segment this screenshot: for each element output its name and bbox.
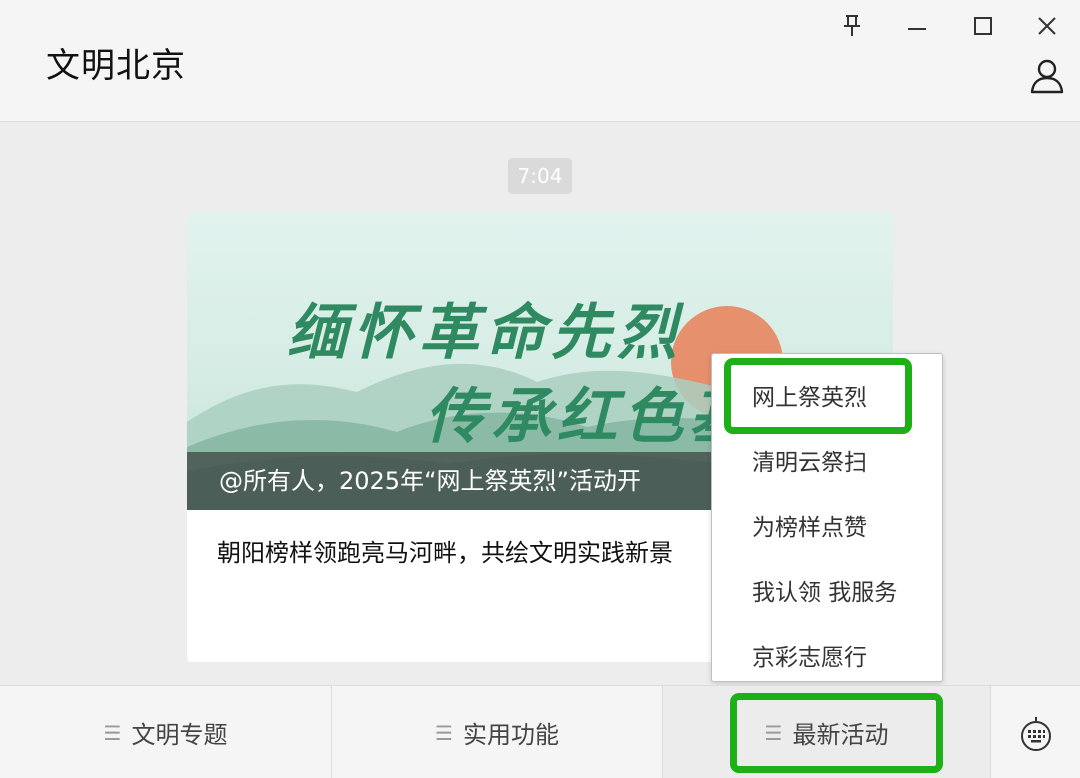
keyboard-icon bbox=[1020, 716, 1051, 751]
bottom-menu-bar: ☰ 文明专题 ☰ 实用功能 ☰ 最新活动 bbox=[0, 685, 1080, 778]
hamburger-icon: ☰ bbox=[764, 720, 783, 745]
minimize-button[interactable] bbox=[899, 8, 935, 44]
keyboard-toggle-button[interactable] bbox=[991, 686, 1080, 778]
submenu-item-claim-and-serve[interactable]: 我认领 我服务 bbox=[752, 573, 897, 607]
submenu-item-volunteer[interactable]: 京彩志愿行 bbox=[752, 638, 867, 672]
close-button[interactable] bbox=[1029, 8, 1065, 44]
latest-activities-submenu: 网上祭英烈 清明云祭扫 为榜样点赞 我认领 我服务 京彩志愿行 bbox=[711, 353, 943, 682]
account-title: 文明北京 bbox=[46, 46, 186, 86]
minimize-icon bbox=[908, 28, 926, 30]
menu-practical-functions[interactable]: ☰ 实用功能 bbox=[332, 686, 662, 778]
submenu-item-like-role-models[interactable]: 为榜样点赞 bbox=[752, 508, 867, 542]
message-timestamp: 7:04 bbox=[508, 158, 572, 194]
title-bar: 文明北京 bbox=[0, 0, 1080, 122]
hamburger-icon: ☰ bbox=[103, 720, 122, 745]
cover-headline-line1: 缅怀革命先烈 bbox=[287, 298, 683, 368]
menu-label: 最新活动 bbox=[792, 721, 889, 749]
pin-icon bbox=[844, 15, 860, 36]
close-icon bbox=[1038, 17, 1056, 35]
article-summary: 朝阳榜样领跑亮马河畔，共绘文明实践新景 bbox=[217, 539, 673, 567]
submenu-item-online-tribute[interactable]: 网上祭英烈 bbox=[752, 378, 867, 412]
menu-latest-activities[interactable]: ☰ 最新活动 bbox=[663, 686, 990, 778]
cover-headline-line2: 传承红色基 bbox=[425, 382, 755, 452]
profile-icon bbox=[1030, 59, 1064, 94]
profile-button[interactable] bbox=[1028, 56, 1066, 96]
menu-civilization-topics[interactable]: ☰ 文明专题 bbox=[0, 686, 331, 778]
article-title: @所有人，2025年“网上祭英烈”活动开 bbox=[219, 467, 641, 495]
hamburger-icon: ☰ bbox=[435, 720, 453, 745]
maximize-button[interactable] bbox=[965, 8, 1001, 44]
app-window: 文明北京 7:04 缅怀革命先烈 传承红色基 @所有人，2025年“网上祭英烈”… bbox=[0, 0, 1080, 778]
menu-label: 实用功能 bbox=[462, 721, 559, 749]
submenu-item-qingming-cloud-sweep[interactable]: 清明云祭扫 bbox=[752, 443, 867, 477]
menu-label: 文明专题 bbox=[131, 721, 228, 749]
pin-button[interactable] bbox=[834, 8, 870, 44]
maximize-icon bbox=[974, 17, 992, 35]
